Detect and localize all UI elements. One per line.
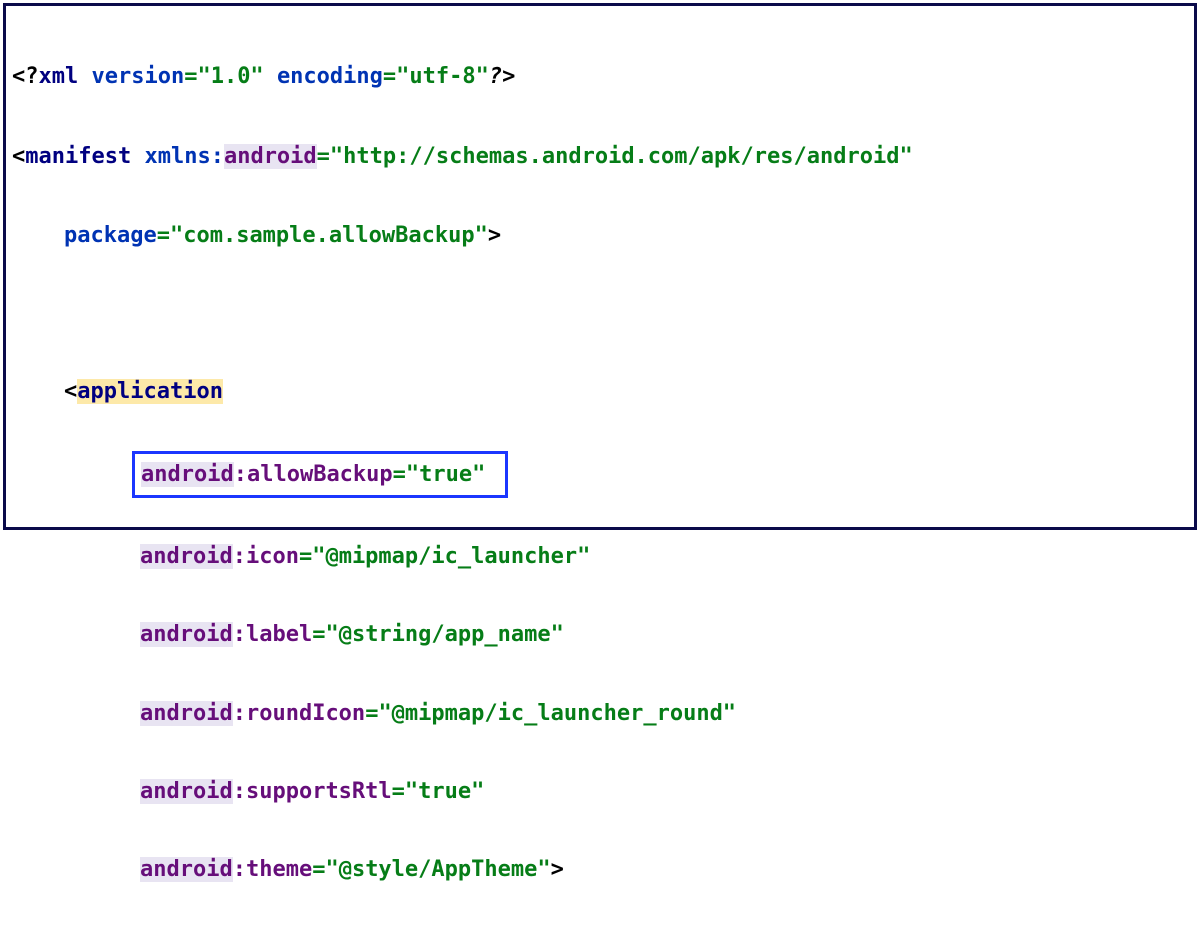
xmlns-local: android: [224, 144, 317, 169]
theme-line: android:theme="@style/AppTheme">: [12, 850, 1188, 889]
roundicon-line: android:roundIcon="@mipmap/ic_launcher_r…: [12, 694, 1188, 733]
icon-line: android:icon="@mipmap/ic_launcher": [12, 537, 1188, 576]
attr-ns-android: android: [140, 622, 233, 647]
attr-encoding-value: "utf-8": [396, 64, 489, 89]
attr-ns-android: android: [140, 701, 233, 726]
supportsrtl-line: android:supportsRtl="true": [12, 772, 1188, 811]
attr-supportsrtl: supportsRtl: [246, 779, 392, 804]
xmlns-value: "http://schemas.android.com/apk/res/andr…: [330, 144, 913, 169]
xmlns-prefix: xmlns: [144, 144, 210, 169]
package-attr-line: package="com.sample.allowBackup">: [12, 216, 1188, 255]
xml-code-block: <?xml version="1.0" encoding="utf-8"?> <…: [3, 3, 1197, 530]
attr-version: version: [91, 64, 184, 89]
attr-allowbackup: allowBackup: [247, 462, 393, 487]
attr-theme: theme: [246, 857, 312, 882]
attr-ns-android: android: [140, 544, 233, 569]
attr-icon-value: "@mipmap/ic_launcher": [312, 544, 590, 569]
attr-ns-android: android: [140, 779, 233, 804]
package-attr: package: [64, 223, 157, 248]
application-tag: application: [77, 379, 223, 404]
blank-line: [12, 294, 1188, 333]
attr-supportsrtl-value: "true": [405, 779, 484, 804]
attr-roundicon: roundIcon: [246, 701, 365, 726]
attr-label-value: "@string/app_name": [325, 622, 563, 647]
attr-ns-android: android: [141, 462, 234, 487]
attr-theme-value: "@style/AppTheme": [325, 857, 550, 882]
manifest-open-line: <manifest xmlns:android="http://schemas.…: [12, 137, 1188, 176]
package-value: "com.sample.allowBackup": [170, 223, 488, 248]
attr-ns-android: android: [140, 857, 233, 882]
allowbackup-highlight-box: android:allowBackup="true": [132, 451, 508, 498]
manifest-tag: manifest: [25, 144, 131, 169]
xml-declaration-line: <?xml version="1.0" encoding="utf-8"?>: [12, 57, 1188, 96]
attr-label: label: [246, 622, 312, 647]
attr-roundicon-value: "@mipmap/ic_launcher_round": [378, 701, 736, 726]
attr-allowbackup-value: "true": [406, 462, 485, 487]
attr-icon: icon: [246, 544, 299, 569]
attr-encoding: encoding: [277, 64, 383, 89]
application-open-line: <application: [12, 372, 1188, 411]
attr-version-value: "1.0": [197, 64, 263, 89]
label-line: android:label="@string/app_name": [12, 615, 1188, 654]
allowbackup-line: android:allowBackup="true": [12, 451, 1188, 498]
